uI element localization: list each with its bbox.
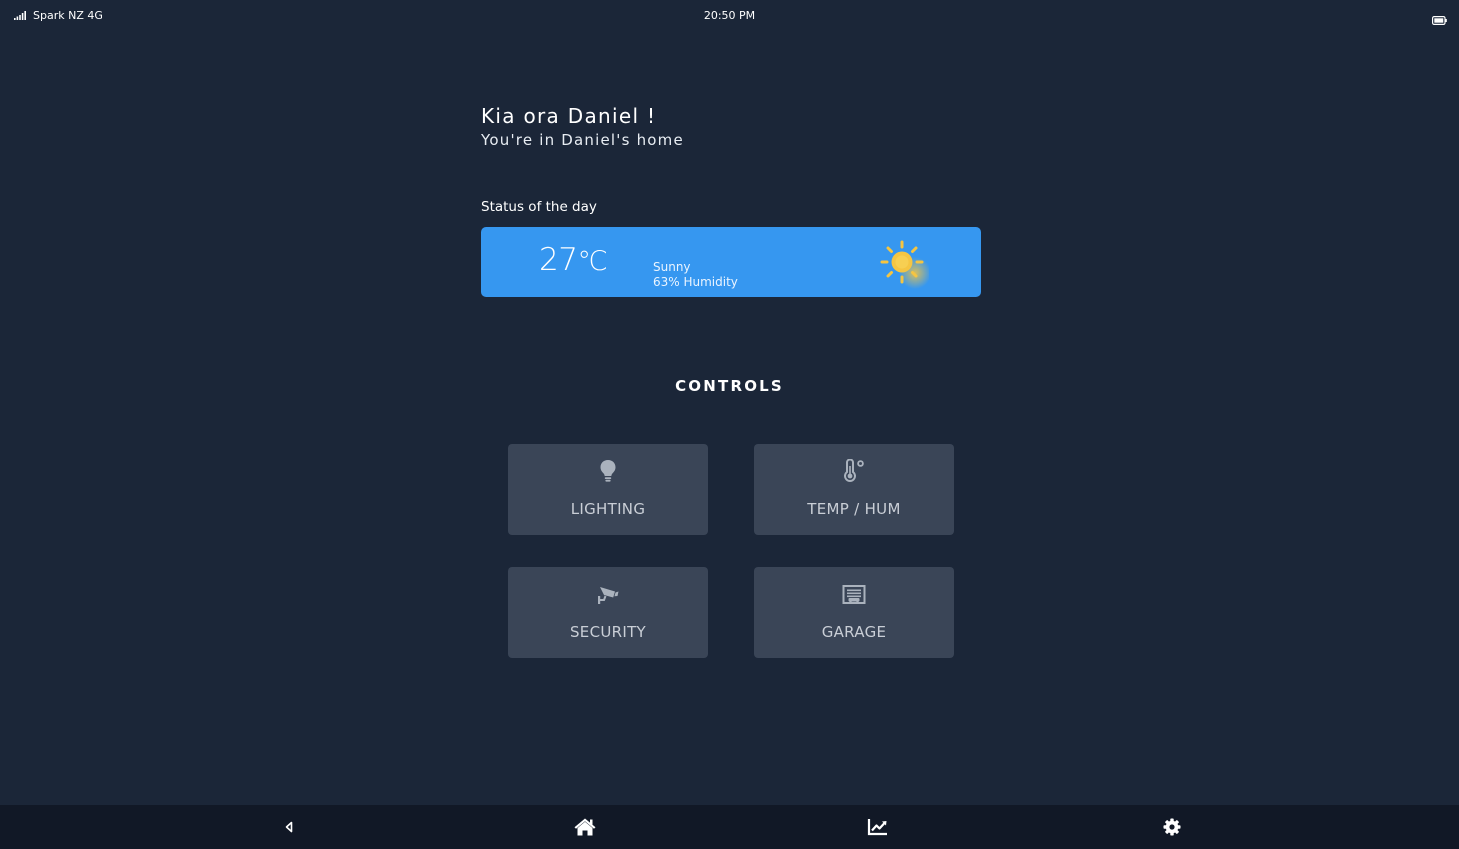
garage-label: GARAGE bbox=[821, 623, 887, 641]
back-button[interactable] bbox=[269, 805, 309, 849]
lighting-label: LIGHTING bbox=[570, 500, 646, 518]
garage-button[interactable]: GARAGE bbox=[754, 567, 954, 658]
clock: 20:50 PM bbox=[703, 9, 756, 22]
lighting-button[interactable]: LIGHTING bbox=[508, 444, 708, 535]
chart-icon bbox=[867, 819, 887, 836]
garage-icon bbox=[754, 581, 954, 607]
temperature-value: 27 bbox=[539, 242, 578, 278]
settings-button[interactable] bbox=[1152, 805, 1192, 849]
controls-title: CONTROLS bbox=[675, 377, 784, 395]
security-camera-icon bbox=[508, 581, 708, 607]
greeting-title: Kia ora Daniel ! bbox=[481, 104, 657, 128]
back-icon bbox=[285, 821, 293, 833]
home-icon bbox=[574, 818, 596, 836]
lightbulb-icon bbox=[508, 458, 708, 484]
weather-card[interactable]: 27℃ Sunny 63% Humidity bbox=[481, 227, 981, 297]
temperature-readout: 27℃ bbox=[539, 242, 608, 278]
security-button[interactable]: SECURITY bbox=[508, 567, 708, 658]
battery-icon bbox=[1432, 10, 1447, 29]
status-bar: Spark NZ 4G 20:50 PM bbox=[0, 0, 1459, 32]
greeting-subtitle: You're in Daniel's home bbox=[481, 131, 684, 149]
home-screen: Spark NZ 4G 20:50 PM Kia ora Daniel ! Yo… bbox=[0, 0, 1459, 849]
status-of-day-label: Status of the day bbox=[481, 199, 597, 215]
navigation-bar bbox=[0, 805, 1459, 849]
home-button[interactable] bbox=[565, 805, 605, 849]
weather-humidity: 63% Humidity bbox=[653, 275, 738, 289]
settings-gear-icon bbox=[1163, 818, 1181, 836]
temp-hum-button[interactable]: TEMP / HUM bbox=[754, 444, 954, 535]
sun-icon bbox=[880, 240, 929, 289]
temp-hum-label: TEMP / HUM bbox=[807, 500, 901, 518]
temperature-unit: ℃ bbox=[577, 246, 608, 277]
weather-condition: Sunny bbox=[653, 260, 691, 274]
weather-conditions: Sunny 63% Humidity bbox=[653, 260, 738, 290]
chart-button[interactable] bbox=[858, 805, 898, 849]
thermometer-icon bbox=[754, 458, 954, 484]
greeting: Kia ora Daniel ! You're in Daniel's home bbox=[481, 103, 684, 151]
security-label: SECURITY bbox=[569, 623, 647, 641]
